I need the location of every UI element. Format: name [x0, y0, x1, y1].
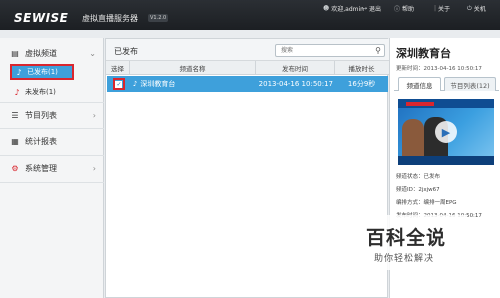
detail-updated-time: 更新时间：2013-04-16 10:50:17 — [396, 66, 482, 72]
sidebar-item-label: 未发布(1) — [25, 88, 56, 96]
sidebar-item-virtual-channel[interactable]: ▤ 虚拟频道 ⌄ — [0, 42, 104, 64]
watermark: 百科全说 助你轻松解决 — [347, 215, 467, 270]
page-title: 已发布 — [114, 47, 138, 56]
top-bar: SEWISE 虚拟直播服务器 V1.2.0 ☻ 欢迎,admin ↦ 退出 ⓘ … — [0, 0, 500, 30]
thumb-figure — [402, 119, 424, 159]
thumb-logo — [406, 102, 434, 106]
user-greeting-label: 欢迎,admin — [331, 6, 364, 13]
list-icon: ☰ — [11, 110, 19, 120]
settings-icon: ⚙ — [11, 163, 19, 173]
power-icon: ⏻ — [467, 4, 472, 12]
nav-separator: | — [434, 5, 437, 12]
row-name-cell: ♪ 深圳教育台 — [131, 79, 257, 89]
user-icon: ☻ — [323, 5, 330, 12]
column-header-duration[interactable]: 播放时长 — [335, 61, 388, 74]
chevron-right-icon: › — [92, 163, 96, 173]
tab-program-list[interactable]: 节目列表(12) — [444, 77, 496, 91]
shutdown-link[interactable]: ⏻ 关机 — [467, 3, 486, 14]
column-header-name[interactable]: 频道名称 — [130, 61, 256, 74]
search-input[interactable] — [281, 45, 377, 56]
divider — [0, 155, 104, 156]
search-icon[interactable]: ⚲ — [375, 46, 381, 55]
detail-tabs: 频道信息 节目列表(12) — [394, 77, 499, 91]
sidebar-item-unpublished[interactable]: ♪ 未发布(1) — [10, 84, 114, 100]
detail-title: 深圳教育台 — [396, 47, 451, 60]
detail-schedule-mode: 编排方式：编排一周EPG — [396, 200, 457, 206]
play-icon[interactable]: ▶ — [435, 121, 457, 143]
panel-header: 已发布 ⚲ — [106, 39, 389, 61]
sidebar-item-published[interactable]: ♪ 已发布(1) — [10, 64, 74, 80]
logout-label: 退出 — [369, 6, 382, 13]
sidebar-item-label: 虚拟频道 — [25, 48, 57, 58]
sidebar-item-label: 系统管理 — [25, 163, 57, 173]
sidebar-item-label: 已发布(1) — [27, 68, 58, 76]
thumb-strip — [398, 156, 494, 165]
publish-time: 2013-04-16 10:50:17 — [258, 80, 334, 88]
detail-channel-id: 频道ID：2jxjw67 — [396, 187, 440, 193]
app-logo: SEWISE — [14, 11, 69, 25]
logout-link[interactable]: ↦ 退出 — [362, 3, 381, 14]
watermark-title: 百科全说 — [366, 227, 447, 249]
chart-icon: ▦ — [11, 136, 19, 146]
table-row[interactable]: ✓ ♪ 深圳教育台 2013-04-16 10:50:17 16分9秒 — [107, 76, 388, 92]
watermark-subtitle: 助你轻松解决 — [374, 254, 435, 264]
about-link[interactable]: 关于 — [438, 3, 450, 14]
sidebar-item-label: 统计报表 — [25, 136, 57, 146]
detail-status: 频道状态：已发布 — [396, 174, 441, 180]
divider — [0, 128, 104, 129]
shutdown-label: 关机 — [473, 6, 486, 13]
app-name: 虚拟直播服务器 — [82, 14, 138, 23]
channel-list-panel: 已发布 ⚲ 选择 频道名称 发布时间 播放时长 ✓ ♪ 深圳教育台 2013-0… — [105, 38, 389, 298]
chevron-right-icon: › — [92, 110, 96, 120]
sidebar-item-system-management[interactable]: ⚙ 系统管理 › — [0, 157, 104, 179]
tab-channel-info[interactable]: 频道信息 — [398, 77, 441, 91]
channel-name: 深圳教育台 — [140, 80, 176, 88]
divider — [0, 182, 104, 183]
sidebar-item-label: 节目列表 — [25, 110, 57, 120]
about-label: 关于 — [438, 6, 451, 13]
logout-icon: ↦ — [362, 5, 368, 12]
row-select-cell: ✓ — [107, 78, 131, 90]
help-label: 帮助 — [402, 6, 415, 13]
monitor-icon: ▤ — [11, 48, 19, 58]
table-header: 选择 频道名称 发布时间 播放时长 — [106, 61, 389, 75]
music-note-icon: ♪ — [132, 80, 138, 88]
search-box[interactable]: ⚲ — [275, 44, 385, 57]
user-greeting[interactable]: ☻ 欢迎,admin — [323, 3, 364, 14]
column-header-time[interactable]: 发布时间 — [256, 61, 335, 74]
sidebar: ▤ 虚拟频道 ⌄ ♪ 已发布(1) ♪ 未发布(1) ☰ 节目列表 › ▦ 统计… — [0, 38, 104, 298]
music-note-icon: ♪ — [14, 87, 20, 97]
channel-preview-thumbnail[interactable]: ▶ — [398, 99, 494, 165]
chevron-down-icon: ⌄ — [89, 48, 96, 58]
column-header-select[interactable]: 选择 — [106, 61, 130, 74]
sidebar-item-program-list[interactable]: ☰ 节目列表 › — [0, 104, 104, 126]
help-link[interactable]: ⓘ 帮助 — [394, 3, 414, 14]
play-duration: 16分9秒 — [347, 80, 376, 88]
row-checkbox[interactable]: ✓ — [112, 78, 125, 90]
version-badge: V1.2.0 — [148, 14, 169, 22]
check-icon: ✓ — [115, 80, 123, 88]
help-icon: ⓘ — [394, 6, 401, 13]
sidebar-item-statistics[interactable]: ▦ 统计报表 — [0, 130, 104, 152]
divider — [0, 102, 104, 103]
music-note-icon: ♪ — [16, 67, 22, 77]
